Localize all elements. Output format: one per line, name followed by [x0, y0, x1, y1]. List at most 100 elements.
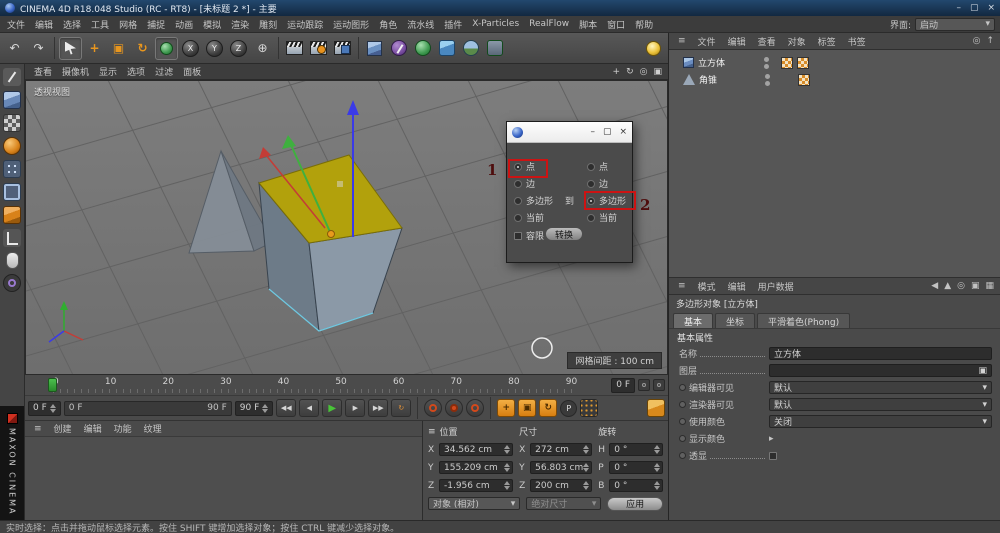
- dialog-titlebar[interactable]: – ▢ ×: [507, 122, 632, 143]
- material-list[interactable]: [25, 437, 422, 520]
- size-mode-select[interactable]: 绝对尺寸▾: [526, 497, 601, 510]
- last-used-tool[interactable]: [155, 37, 178, 60]
- rotation-b-input[interactable]: 0 °: [609, 479, 663, 492]
- layer-input[interactable]: ▣: [769, 364, 992, 377]
- om-menu-view[interactable]: 查看: [753, 35, 781, 48]
- perspective-viewport[interactable]: 透视视图: [25, 80, 668, 375]
- rotate-tool[interactable]: ↻: [131, 37, 154, 60]
- frame-ruler[interactable]: 010 2030 4050 6070 8090: [25, 375, 611, 395]
- keyframe-selection-button[interactable]: [466, 399, 484, 417]
- stepper-icon[interactable]: [654, 463, 660, 472]
- play-mode-button[interactable]: ↻: [391, 399, 411, 417]
- menu-mesh[interactable]: 网格: [114, 18, 142, 31]
- history-back-icon[interactable]: ◀: [931, 281, 938, 291]
- object-name[interactable]: 角锥: [699, 73, 755, 86]
- edges-mode-button[interactable]: [3, 183, 21, 201]
- generators-button[interactable]: [411, 37, 434, 60]
- om-menu-bookmarks[interactable]: 书签: [843, 35, 871, 48]
- stepper-icon[interactable]: [654, 445, 660, 454]
- viewport-solo-button[interactable]: [6, 252, 19, 269]
- convert-from-edges-option[interactable]: 边: [514, 177, 535, 190]
- viewport-menu-panel[interactable]: 面板: [178, 65, 206, 78]
- stepper-icon[interactable]: [583, 463, 589, 472]
- apply-button[interactable]: 应用: [607, 497, 663, 511]
- scroll-to-active-icon[interactable]: ↑: [986, 36, 994, 46]
- panel-grid-icon[interactable]: ▦: [985, 281, 994, 291]
- current-frame-field[interactable]: 0 F: [28, 401, 61, 416]
- view-label[interactable]: 透视视图: [34, 85, 70, 98]
- object-list[interactable]: 立方体 角锥: [669, 50, 1000, 278]
- convert-from-polygons-option[interactable]: 多边形: [514, 194, 553, 207]
- lock-x-axis-button[interactable]: X: [179, 37, 202, 60]
- am-menu-userdata[interactable]: 用户数据: [753, 280, 799, 293]
- animation-dot-icon[interactable]: [679, 418, 686, 425]
- menu-pipeline[interactable]: 流水线: [402, 18, 439, 31]
- record-parameter-toggle[interactable]: P: [560, 400, 577, 417]
- viewport-menu-view[interactable]: 查看: [29, 65, 57, 78]
- record-keyframe-button[interactable]: [424, 399, 442, 417]
- menu-motion-tracker[interactable]: 运动跟踪: [282, 18, 328, 31]
- menu-window[interactable]: 窗口: [602, 18, 630, 31]
- previous-frame-button[interactable]: ◀: [299, 399, 319, 417]
- orbit-view-icon[interactable]: ↻: [626, 67, 634, 77]
- convert-to-current-option[interactable]: 当前: [587, 211, 617, 224]
- maximize-button[interactable]: ▢: [970, 3, 979, 13]
- material-menu-create[interactable]: 创建: [49, 422, 77, 435]
- default-light-button[interactable]: [642, 37, 665, 60]
- viewport-menu-filter[interactable]: 过滤: [150, 65, 178, 78]
- render-view-button[interactable]: [283, 37, 306, 60]
- lock-icon[interactable]: ▣: [971, 281, 980, 291]
- om-menu-file[interactable]: 文件: [693, 35, 721, 48]
- size-z-input[interactable]: 200 cm: [530, 479, 592, 492]
- layer-browser-icon[interactable]: ▣: [978, 366, 987, 376]
- material-menu-edit[interactable]: 编辑: [79, 422, 107, 435]
- snap-toggle-button[interactable]: [3, 274, 21, 292]
- am-menu-mode[interactable]: 模式: [693, 280, 721, 293]
- menu-character[interactable]: 角色: [374, 18, 402, 31]
- menu-render[interactable]: 渲染: [226, 18, 254, 31]
- stepper-icon[interactable]: [504, 445, 510, 454]
- play-button[interactable]: ▶: [322, 399, 342, 417]
- goto-end-button[interactable]: ▶▶: [368, 399, 388, 417]
- points-mode-button[interactable]: [3, 160, 21, 178]
- menu-animate[interactable]: 动画: [170, 18, 198, 31]
- convert-from-current-option[interactable]: 当前: [514, 211, 544, 224]
- maximize-view-icon[interactable]: ▣: [653, 67, 662, 77]
- xray-checkbox[interactable]: [769, 452, 777, 460]
- minimize-button[interactable]: –: [956, 3, 961, 13]
- basic-properties-section[interactable]: 基本属性: [669, 329, 1000, 345]
- texture-tag-icon[interactable]: [798, 74, 810, 86]
- deformers-button[interactable]: [435, 37, 458, 60]
- render-settings-button[interactable]: [331, 37, 354, 60]
- menu-simulate[interactable]: 模拟: [198, 18, 226, 31]
- convert-button[interactable]: 转换: [545, 227, 583, 241]
- menu-script[interactable]: 脚本: [574, 18, 602, 31]
- position-z-input[interactable]: -1.956 cm: [439, 479, 513, 492]
- menu-plugins[interactable]: 插件: [439, 18, 467, 31]
- record-scale-toggle[interactable]: ▣: [518, 399, 536, 417]
- workplane-mode-button[interactable]: [3, 137, 21, 155]
- name-input[interactable]: 立方体: [769, 347, 992, 360]
- record-rotation-toggle[interactable]: ↻: [539, 399, 557, 417]
- current-frame-box[interactable]: 0 F: [611, 378, 635, 393]
- stepper-icon[interactable]: [583, 445, 589, 454]
- menu-sculpt[interactable]: 雕刻: [254, 18, 282, 31]
- material-menu-function[interactable]: 功能: [109, 422, 137, 435]
- tolerance-option[interactable]: 容限: [514, 229, 544, 242]
- am-menu-edit[interactable]: 编辑: [723, 280, 751, 293]
- undo-button[interactable]: ↶: [3, 37, 26, 60]
- material-menu-texture[interactable]: 纹理: [139, 422, 167, 435]
- live-selection-tool[interactable]: [59, 37, 82, 60]
- lock-z-axis-button[interactable]: Z: [227, 37, 250, 60]
- dialog-maximize-button[interactable]: ▢: [603, 127, 612, 137]
- tab-coordinates[interactable]: 坐标: [715, 313, 755, 328]
- menu-mograph[interactable]: 运动图形: [328, 18, 374, 31]
- menu-snap[interactable]: 捕捉: [142, 18, 170, 31]
- menu-xparticles[interactable]: X-Particles: [467, 19, 524, 29]
- object-name[interactable]: 立方体: [698, 56, 754, 69]
- editor-visibility-select[interactable]: 默认 ▾: [769, 381, 992, 394]
- tab-phong[interactable]: 平滑着色(Phong): [757, 313, 850, 328]
- menu-realflow[interactable]: RealFlow: [524, 19, 574, 29]
- viewport-menu-camera[interactable]: 摄像机: [57, 65, 94, 78]
- menu-select[interactable]: 选择: [58, 18, 86, 31]
